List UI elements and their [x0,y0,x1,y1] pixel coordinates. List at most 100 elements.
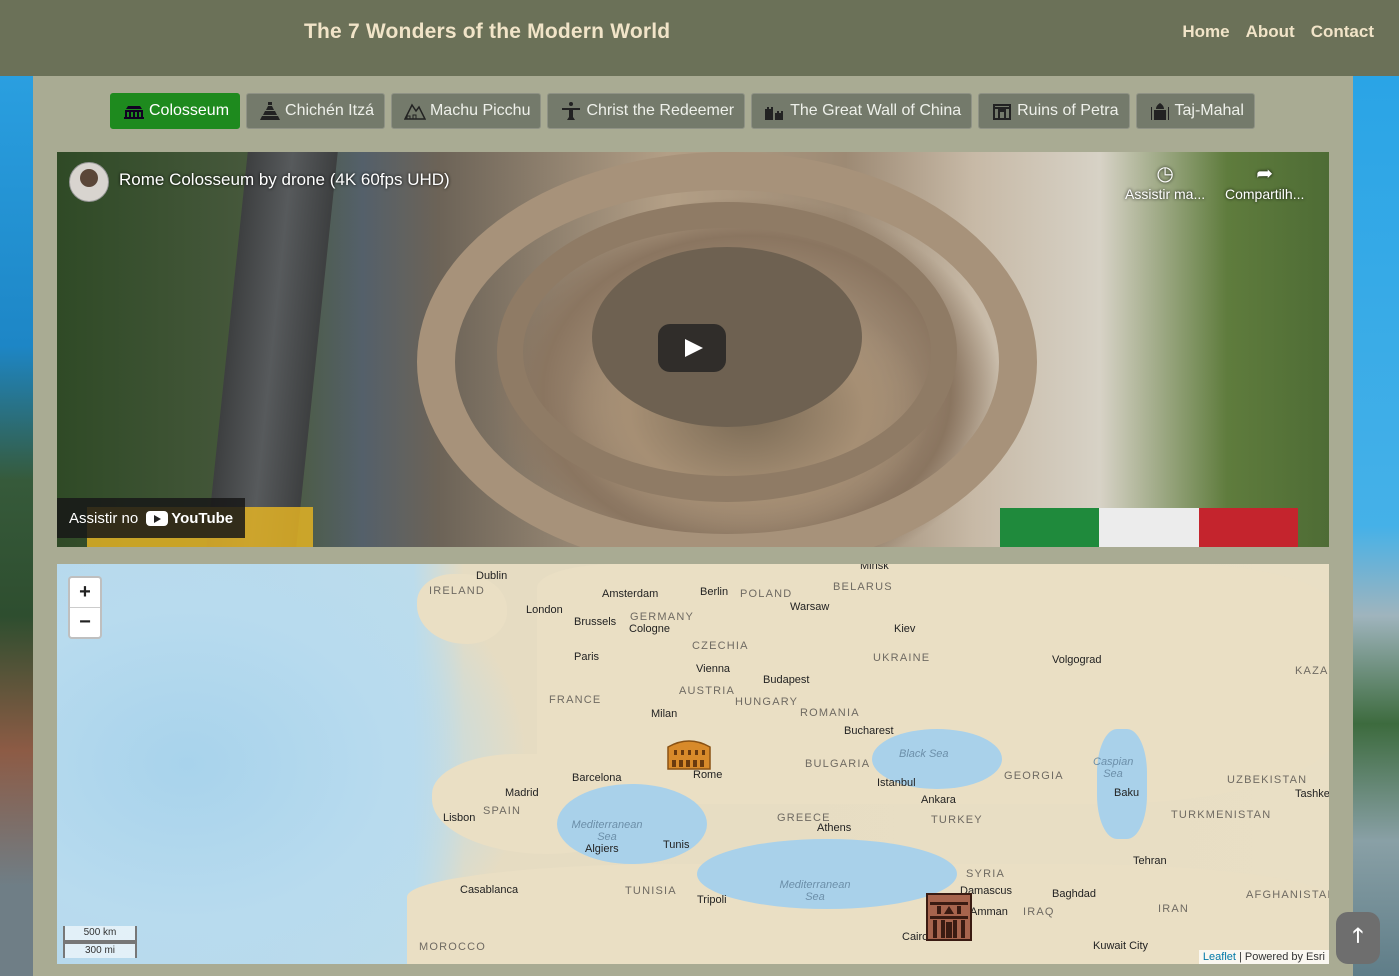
share-button[interactable]: ➦ Compartilh... [1225,162,1304,202]
colosseum-icon [124,106,144,119]
country-label: IRAN [1158,903,1190,915]
country-label: BULGARIA [805,758,871,770]
tab-label: Machu Picchu [429,102,531,119]
city-label: Cologne [629,623,670,635]
youtube-logo: YouTube [146,510,233,527]
country-label: GERMANY [630,611,695,623]
city-label: Madrid [505,787,539,799]
great-wall-icon [765,107,784,120]
country-label: MOROCCO [419,941,487,953]
tab-label: Colosseum [149,102,230,119]
city-label: Dublin [476,570,508,582]
watch-later-button[interactable]: ◷ Assistir ma... [1125,162,1205,202]
mountain-ruins-icon [403,103,426,120]
city-label: Berlin [700,586,729,598]
city-label: Amman [970,906,1008,918]
pyramid-icon [260,102,281,120]
country-label: TUNISIA [625,885,677,897]
city-label: Tripoli [697,894,727,906]
country-label: IRAQ [1023,906,1055,918]
country-label: POLAND [740,588,793,600]
tab-ruins-of-petra[interactable]: Ruins of Petra [978,93,1130,129]
leaflet-link[interactable]: Leaflet [1203,951,1236,963]
city-label: Algiers [585,843,619,855]
city-label: Baku [1114,787,1140,799]
country-label: CZECHIA [692,640,749,652]
petra-icon [993,104,1012,120]
city-label: Baghdad [1052,888,1097,900]
city-label: Tehran [1133,855,1167,867]
tab-colosseum[interactable]: Colosseum [110,93,241,129]
city-label: Lisbon [443,812,476,824]
arrow-up-icon: 🡑 [1352,925,1364,947]
city-label: Minsk [860,564,889,572]
play-button[interactable] [658,324,726,372]
country-label: HUNGARY [735,696,799,708]
country-label: TURKMENISTAN [1171,809,1272,821]
city-label: Brussels [574,616,617,628]
map-scale: 500 km 300 mi [63,926,137,958]
youtube-embed[interactable]: Rome Colosseum by drone (4K 60fps UHD) ◷… [57,152,1329,547]
map-attribution: Leaflet | Powered by Esri [1198,950,1329,964]
country-label: GEORGIA [1004,770,1064,782]
top-nav: Home About Contact [1182,22,1374,42]
tab-taj-mahal[interactable]: Taj-Mahal [1135,93,1255,129]
map-view[interactable]: + − IRELAND GERMANY POLAND BELARUS CZECH… [57,564,1329,964]
share-icon: ➦ [1256,163,1274,185]
tab-label: Taj-Mahal [1174,102,1244,119]
zoom-in-button[interactable]: + [70,578,100,607]
city-label: Kiev [894,623,916,635]
content-panel: Colosseum Chichén Itzá Machu Picchu Chri… [33,76,1353,976]
clock-icon: ◷ [1156,163,1174,185]
city-label: Barcelona [572,772,622,784]
water-label: Black Sea [899,748,949,760]
city-label: Tashkent [1295,788,1329,800]
petra-marker[interactable] [924,890,974,942]
tab-label: The Great Wall of China [790,102,962,119]
country-label: AFGHANISTAN [1246,889,1329,901]
country-label: AUSTRIA [679,685,736,697]
tab-great-wall[interactable]: The Great Wall of China [751,93,973,129]
country-label: UZBEKISTAN [1227,774,1308,786]
city-label: Kuwait City [1093,940,1149,952]
country-label: SYRIA [966,868,1006,880]
city-label: Ankara [921,794,956,806]
city-label: Amsterdam [602,588,659,600]
wonder-tabs: Colosseum Chichén Itzá Machu Picchu Chri… [110,93,1255,129]
tab-chichen-itza[interactable]: Chichén Itzá [246,93,385,129]
city-label: Vienna [696,663,731,675]
nav-contact-link[interactable]: Contact [1311,22,1374,42]
taj-mahal-icon [1150,103,1169,120]
tab-label: Christ the Redeemer [586,102,735,119]
background-scenery-right [1351,76,1399,976]
zoom-out-button[interactable]: − [70,607,100,637]
city-label: Paris [574,651,600,663]
country-label: ROMANIA [800,707,860,719]
watch-on-youtube-button[interactable]: Assistir no YouTube [57,498,246,538]
italian-flag [1000,508,1298,547]
country-label: IRELAND [429,585,486,597]
colosseum-marker[interactable] [666,737,712,771]
nav-about-link[interactable]: About [1246,22,1295,42]
site-header: The 7 Wonders of the Modern World Home A… [0,0,1399,76]
city-label: Volgograd [1052,654,1102,666]
city-label: Athens [817,822,852,834]
country-label: KAZA [1295,665,1329,677]
video-title[interactable]: Rome Colosseum by drone (4K 60fps UHD) [119,170,450,190]
zoom-control: + − [68,576,102,639]
city-label: London [526,604,563,616]
city-label: Milan [651,708,678,720]
channel-avatar[interactable] [69,162,109,202]
city-label: Tunis [663,839,690,851]
country-label: SPAIN [483,805,522,817]
tab-machu-picchu[interactable]: Machu Picchu [390,93,542,129]
tab-christ-the-redeemer[interactable]: Christ the Redeemer [547,93,746,129]
country-label: FRANCE [549,694,602,706]
city-label: Budapest [763,674,810,686]
city-label: Bucharest [844,725,894,737]
city-label: Casablanca [460,884,519,896]
scroll-to-top-button[interactable]: 🡑 [1336,912,1380,964]
statue-icon [562,102,581,120]
city-label: Warsaw [790,601,830,613]
nav-home-link[interactable]: Home [1182,22,1229,42]
